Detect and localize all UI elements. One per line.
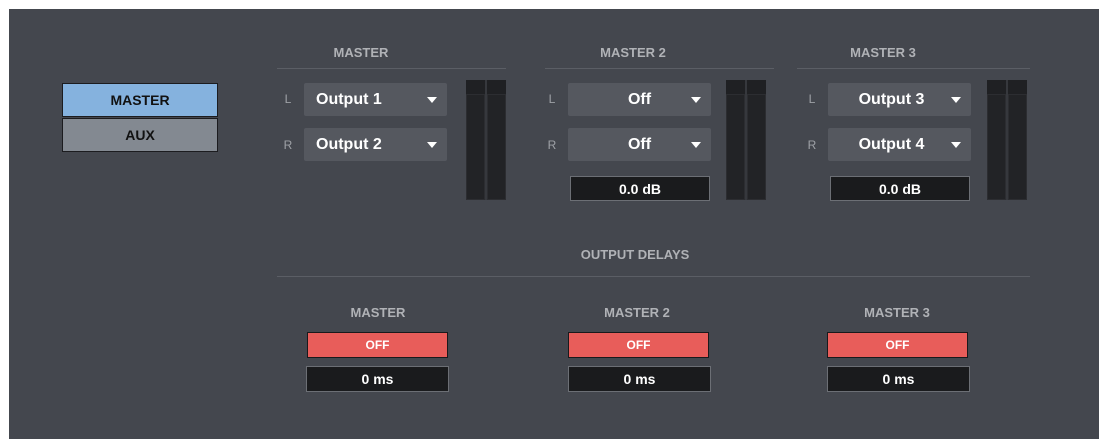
master-delay-toggle-button[interactable]: OFF [307, 332, 448, 358]
master-right-channel-label: R [283, 138, 293, 152]
master2-left-channel-label: L [548, 92, 556, 106]
master3-delay-title: MASTER 3 [864, 305, 930, 320]
master2-output-title: MASTER 2 [600, 45, 666, 60]
output-delays-title: OUTPUT DELAYS [580, 247, 690, 262]
master3-output-title: MASTER 3 [850, 45, 916, 60]
master2-gain-field[interactable]: 0.0 dB [570, 176, 710, 201]
master3-gain-field[interactable]: 0.0 dB [830, 176, 970, 201]
master3-right-channel-label: R [807, 138, 817, 152]
master-right-output-value: Output 2 [316, 135, 382, 153]
master-right-output-dropdown[interactable]: Output 2 [304, 128, 447, 161]
master3-left-output-dropdown[interactable]: Output 3 [828, 83, 971, 116]
master2-level-meter [726, 80, 766, 200]
chevron-down-icon [951, 141, 961, 148]
master3-meter-right-bar [1008, 80, 1027, 200]
output-delays-divider [277, 276, 1030, 277]
master2-left-output-dropdown[interactable]: Off [568, 83, 711, 116]
chevron-down-icon [951, 96, 961, 103]
chevron-down-icon [691, 96, 701, 103]
master3-delay-toggle-button[interactable]: OFF [827, 332, 968, 358]
master2-delay-field[interactable]: 0 ms [568, 366, 711, 392]
tab-aux[interactable]: AUX [62, 118, 218, 152]
master3-divider [797, 68, 1030, 69]
master3-level-meter [987, 80, 1027, 200]
master2-left-output-value: Off [627, 90, 652, 108]
master2-meter-left-bar [726, 80, 745, 200]
chevron-down-icon [427, 96, 437, 103]
master2-delay-title: MASTER 2 [604, 305, 670, 320]
master-output-title: MASTER [333, 45, 389, 60]
master3-right-output-value: Output 4 [858, 135, 925, 153]
master3-left-output-value: Output 3 [858, 90, 925, 108]
master-meter-left-bar [466, 80, 485, 200]
chevron-down-icon [427, 141, 437, 148]
master2-right-channel-label: R [547, 138, 557, 152]
master-delay-field[interactable]: 0 ms [306, 366, 449, 392]
master3-meter-left-bar [987, 80, 1006, 200]
master-delay-title: MASTER [350, 305, 406, 320]
master-left-channel-label: L [284, 92, 292, 106]
master3-delay-field[interactable]: 0 ms [827, 366, 970, 392]
master2-right-output-dropdown[interactable]: Off [568, 128, 711, 161]
master-divider [277, 68, 506, 69]
tab-master[interactable]: MASTER [62, 83, 218, 117]
master-left-output-dropdown[interactable]: Output 1 [304, 83, 447, 116]
master2-right-output-value: Off [627, 135, 652, 153]
master2-meter-right-bar [747, 80, 766, 200]
master3-left-channel-label: L [808, 92, 816, 106]
master-left-output-value: Output 1 [316, 90, 382, 108]
chevron-down-icon [691, 141, 701, 148]
master-level-meter [466, 80, 506, 200]
master2-divider [545, 68, 774, 69]
master-meter-right-bar [487, 80, 506, 200]
master3-right-output-dropdown[interactable]: Output 4 [828, 128, 971, 161]
master2-delay-toggle-button[interactable]: OFF [568, 332, 709, 358]
